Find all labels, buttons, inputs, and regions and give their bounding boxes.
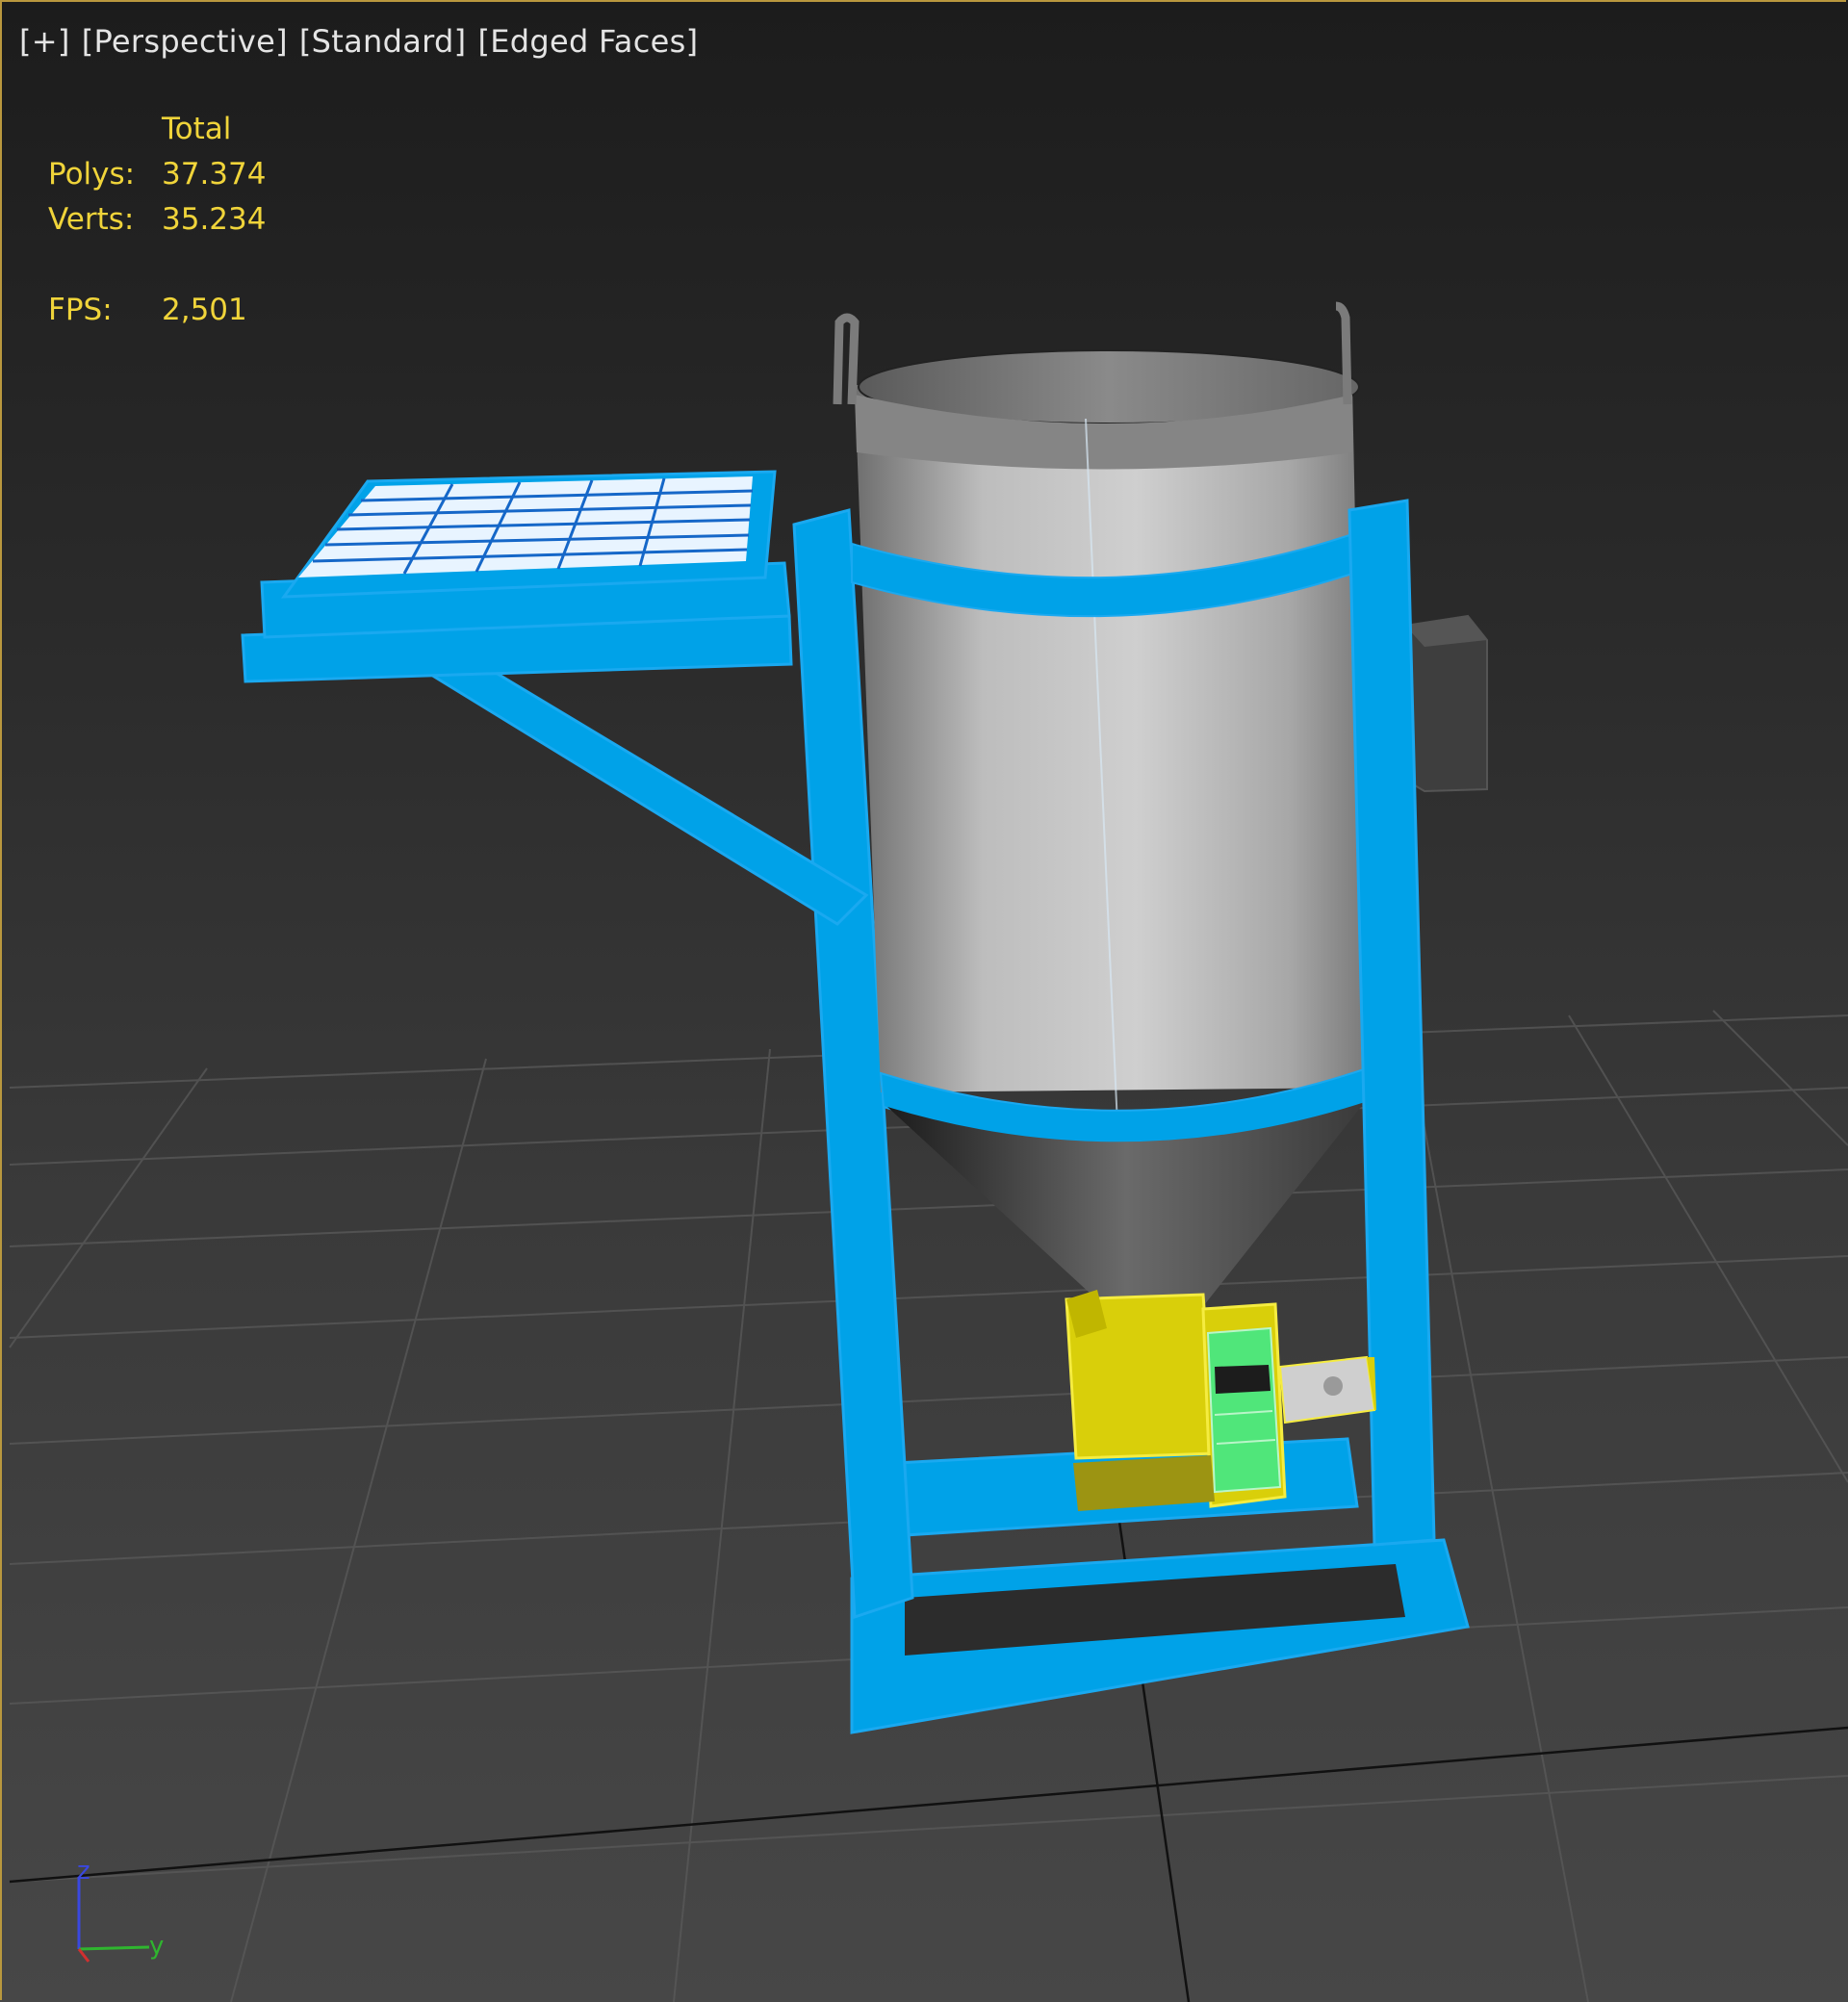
stats-polys-value: 37.374 (162, 157, 267, 192)
stats-fps-value: 2,501 (162, 293, 247, 327)
tank[interactable] (833, 301, 1371, 1328)
shaft-coupling[interactable] (1278, 1355, 1376, 1424)
viewport-scene[interactable] (0, 0, 1848, 2002)
viewport-menu-plus[interactable]: [+] (19, 23, 70, 60)
axis-gizmo-y-label: y (149, 1932, 164, 1961)
stats-fps-label: FPS: (48, 293, 113, 327)
stats-verts-label: Verts: (48, 202, 135, 237)
solar-panel-platform[interactable] (241, 470, 793, 683)
control-box[interactable] (1404, 614, 1488, 793)
stats-verts-value: 35.234 (162, 202, 267, 237)
3d-viewport[interactable]: [+] [Perspective] [Standard] [Edged Faces] … (0, 0, 1848, 2002)
viewport-label-bar: [+] [Perspective] [Standard] [Edged Faces] (19, 23, 709, 60)
viewport-menu-standard[interactable]: [Standard] (299, 23, 467, 60)
stats-polys-label: Polys: (48, 157, 136, 192)
motor-housing[interactable] (1206, 1326, 1282, 1494)
axis-gizmo-icon: z y (77, 1858, 164, 1963)
viewport-menu-perspective[interactable]: [Perspective] (82, 23, 288, 60)
stats-header: Total (162, 112, 232, 146)
platform-strut[interactable] (408, 662, 869, 926)
axis-gizmo-z-label: z (77, 1858, 90, 1886)
viewport-menu-edged-faces[interactable]: [Edged Faces] (477, 23, 698, 60)
